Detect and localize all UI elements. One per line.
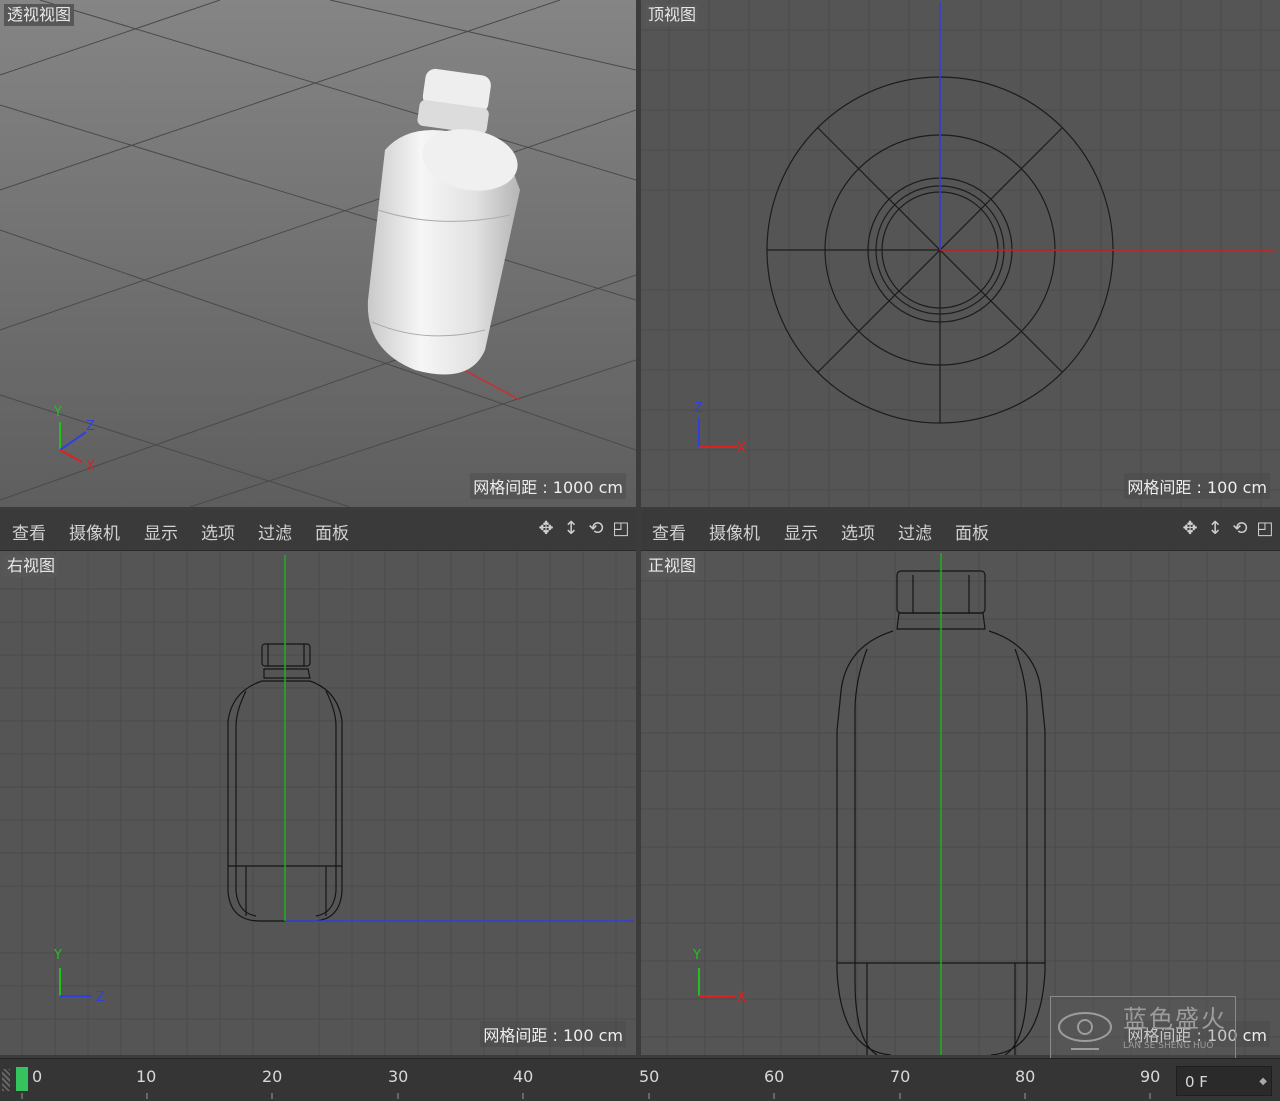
- menu-options[interactable]: 选项: [201, 519, 235, 544]
- menu-camera[interactable]: 摄像机: [709, 519, 760, 544]
- front-viewport[interactable]: Y X 正视图 网格间距 : 100 cm: [641, 551, 1280, 1055]
- axis-label-x: X: [86, 459, 95, 474]
- top-viewport[interactable]: Z X 顶视图 网格间距 : 100 cm: [641, 0, 1280, 507]
- stepper-icon[interactable]: ◆: [1259, 1067, 1267, 1097]
- timeline-tick-label: 10: [136, 1067, 157, 1086]
- playhead[interactable]: [16, 1067, 28, 1091]
- maximize-view-icon[interactable]: ◰: [1254, 518, 1276, 540]
- timeline-tick-label: 40: [513, 1067, 534, 1086]
- menu-panel[interactable]: 面板: [955, 519, 989, 544]
- menu-view[interactable]: 查看: [652, 519, 686, 544]
- perspective-canvas[interactable]: Y Z X: [0, 0, 636, 507]
- grid-spacing-label: 网格间距 : 100 cm: [1124, 473, 1270, 499]
- watermark-subtitle: LAN SE SHENG HUO: [1123, 1041, 1214, 1051]
- axis-label-z: Z: [96, 990, 105, 1005]
- rotate-view-icon[interactable]: ⟲: [1229, 518, 1251, 540]
- timeline-tick-label: 70: [890, 1067, 911, 1086]
- viewport-title: 顶视图: [645, 4, 700, 26]
- right-grid: [0, 551, 636, 1055]
- front-grid: [641, 551, 1280, 1055]
- watermark-name: 蓝色盛火: [1123, 1005, 1227, 1033]
- timeline-grip-icon[interactable]: [2, 1069, 10, 1091]
- zoom-view-icon[interactable]: ↕: [1204, 518, 1226, 540]
- grid-spacing-label: 网格间距 : 1000 cm: [470, 473, 626, 499]
- front-canvas[interactable]: Y X: [641, 551, 1280, 1055]
- right-viewport-menubar: 查看 摄像机 显示 选项 过滤 面板 ✥ ↕ ⟲ ◰: [0, 510, 636, 551]
- viewport-title: 正视图: [645, 555, 700, 577]
- front-viewport-menubar: 查看 摄像机 显示 选项 过滤 面板 ✥ ↕ ⟲ ◰: [641, 510, 1280, 551]
- zoom-view-icon[interactable]: ↕: [560, 518, 582, 540]
- viewport-title: 透视视图: [4, 4, 75, 26]
- menu-filter[interactable]: 过滤: [258, 519, 292, 544]
- top-canvas[interactable]: Z X: [641, 0, 1280, 507]
- timeline-tick-label: 90: [1140, 1067, 1161, 1086]
- timeline-tick-label: 20: [262, 1067, 283, 1086]
- timeline-tick-label: 60: [764, 1067, 785, 1086]
- axis-label-z: Z: [86, 419, 95, 434]
- axis-label-x: X: [737, 990, 746, 1005]
- axis-label-y: Y: [53, 405, 62, 420]
- timeline-tick-label: 0: [32, 1067, 43, 1086]
- rotate-view-icon[interactable]: ⟲: [585, 518, 607, 540]
- eye-logo-icon: [1058, 1012, 1112, 1050]
- move-view-icon[interactable]: ✥: [1179, 518, 1201, 540]
- menu-camera[interactable]: 摄像机: [69, 519, 120, 544]
- menu-display[interactable]: 显示: [144, 519, 178, 544]
- perspective-viewport[interactable]: Y Z X 透视视图 网格间距 : 1000 cm: [0, 0, 636, 507]
- axis-label-y: Y: [692, 948, 701, 963]
- timeline-tick-label: 30: [388, 1067, 409, 1086]
- axis-label-z: Z: [694, 401, 703, 416]
- current-frame-value: 0 F: [1185, 1073, 1208, 1091]
- viewport-title: 右视图: [4, 555, 59, 577]
- axis-label-x: X: [737, 441, 746, 456]
- move-view-icon[interactable]: ✥: [535, 518, 557, 540]
- menu-filter[interactable]: 过滤: [898, 519, 932, 544]
- timeline-tick-label: 50: [639, 1067, 660, 1086]
- menu-display[interactable]: 显示: [784, 519, 818, 544]
- timeline-tick-label: 80: [1015, 1067, 1036, 1086]
- menu-options[interactable]: 选项: [841, 519, 875, 544]
- axis-label-y: Y: [53, 948, 62, 963]
- menu-view[interactable]: 查看: [12, 519, 46, 544]
- right-canvas[interactable]: Y Z: [0, 551, 636, 1055]
- right-viewport[interactable]: Y Z 右视图 网格间距 : 100 cm: [0, 551, 636, 1055]
- current-frame-field[interactable]: 0 F ◆: [1176, 1066, 1272, 1096]
- top-grid: [641, 0, 1280, 507]
- watermark-logo: 蓝色盛火 LAN SE SHENG HUO: [1050, 996, 1236, 1060]
- menu-panel[interactable]: 面板: [315, 519, 349, 544]
- timeline[interactable]: 0 10 20 30 40 50 60 70 80 90 0 F ◆: [0, 1058, 1280, 1101]
- maximize-view-icon[interactable]: ◰: [610, 518, 632, 540]
- grid-spacing-label: 网格间距 : 100 cm: [480, 1021, 626, 1047]
